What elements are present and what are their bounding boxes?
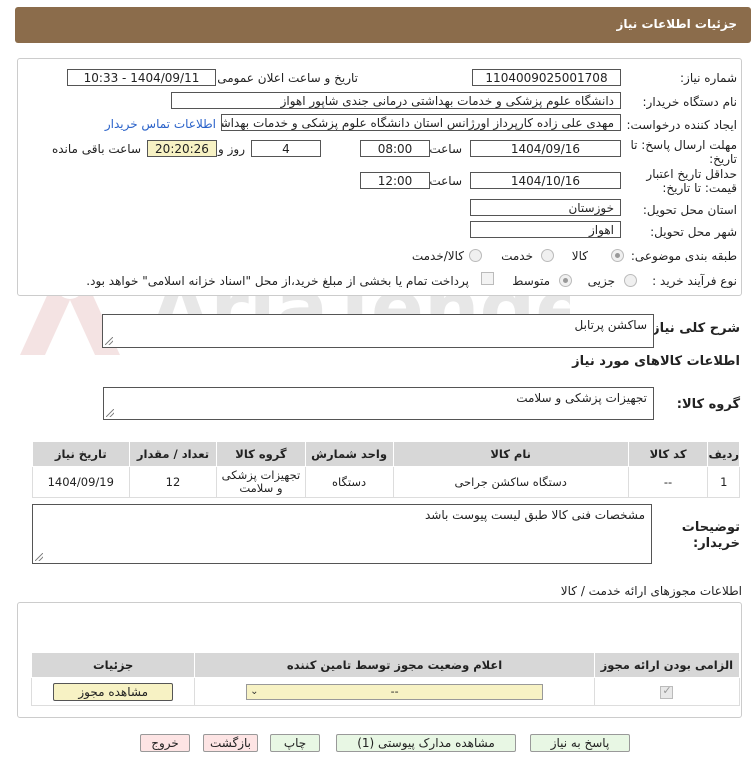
- announce-label: تاریخ و ساعت اعلان عمومی:: [213, 71, 358, 85]
- cell-quantity: 12: [128, 466, 218, 498]
- validity-date-field: 1404/10/16: [470, 172, 621, 189]
- category-goods-radio[interactable]: [611, 249, 624, 262]
- items-table: ردیف کد کالا نام کالا واحد شمارش گروه کا…: [32, 441, 740, 498]
- table-row: ✓ ⌄ -- مشاهده مجوز: [30, 677, 741, 706]
- check-icon: ✓: [662, 683, 672, 697]
- requester-field: مهدی علی زاده کارپرداز اورژانس استان دان…: [221, 114, 621, 131]
- cell-goods-group: تجهیزات پزشکی و سلامت: [216, 466, 306, 498]
- category-goods-label: کالا: [571, 249, 588, 263]
- buyer-contact-link[interactable]: اطلاعات تماس خریدار: [105, 117, 216, 131]
- permit-status-value: --: [390, 684, 399, 698]
- reply-to-need-button[interactable]: پاسخ به نیاز: [530, 734, 630, 752]
- col-quantity: تعداد / مقدار: [128, 441, 218, 467]
- summary-label: شرح کلی نیاز:: [646, 321, 740, 336]
- treasury-payment-note: پرداخت تمام یا بخشی از مبلغ خرید،از محل …: [86, 274, 469, 288]
- buyer-notes-text: مشخصات فنی کالا طبق لیست پیوست باشد: [425, 508, 645, 522]
- cell-permit-details: مشاهده مجوز: [30, 677, 196, 706]
- days-label: روز و: [218, 142, 245, 156]
- col-item-code: کد کالا: [627, 441, 709, 467]
- time-remaining-field: 20:20:26: [147, 140, 217, 157]
- cell-permit-required: ✓: [593, 677, 741, 706]
- permits-title: اطلاعات مجوزهای ارائه خدمت / کالا: [560, 584, 742, 598]
- treasury-payment-checkbox[interactable]: [481, 272, 494, 285]
- col-permit-details: جزئیات: [30, 652, 196, 678]
- back-button[interactable]: بازگشت: [203, 734, 258, 752]
- validity-label: حداقل تاریخ اعتبار قیمت: تا تاریخ:: [646, 167, 737, 195]
- process-medium-label: متوسط: [512, 274, 550, 288]
- col-need-date: تاریخ نیاز: [32, 441, 130, 467]
- process-label: نوع فرآیند خرید :: [652, 274, 737, 288]
- deadline-time-field: 08:00: [360, 140, 430, 157]
- deadline-label: مهلت ارسال پاسخ: تا تاریخ:: [630, 138, 737, 166]
- goods-group-label: گروه کالا:: [676, 397, 740, 412]
- buyer-org-label: نام دستگاه خریدار:: [642, 95, 738, 109]
- goods-info-title: اطلاعات کالاهای مورد نیاز: [572, 354, 740, 369]
- category-service-label: خدمت: [501, 249, 533, 263]
- cell-permit-status: ⌄ --: [194, 677, 595, 706]
- view-attachments-button[interactable]: مشاهده مدارک پیوستی (1): [336, 734, 516, 752]
- process-medium-radio[interactable]: [559, 274, 572, 287]
- cell-item-code: --: [627, 466, 709, 498]
- cell-row-number: 1: [707, 466, 740, 498]
- category-label: طبقه بندی موضوعی:: [630, 249, 737, 263]
- col-item-name: نام کالا: [392, 441, 629, 467]
- deadline-time-label: ساعت: [429, 142, 462, 156]
- city-field: اهواز: [470, 221, 621, 238]
- col-goods-group: گروه کالا: [216, 441, 306, 467]
- province-label: استان محل تحویل:: [642, 203, 737, 217]
- title-bar: جزئیات اطلاعات نیاز: [15, 7, 751, 43]
- items-table-header: ردیف کد کالا نام کالا واحد شمارش گروه کا…: [32, 441, 740, 467]
- category-service-radio[interactable]: [541, 249, 554, 262]
- col-permit-status: اعلام وضعیت مجوز توسط تامین کننده: [194, 652, 595, 678]
- category-both-label: کالا/خدمت: [411, 249, 464, 263]
- province-field: خوزستان: [470, 199, 621, 216]
- col-unit: واحد شمارش: [304, 441, 394, 467]
- resize-grip-icon[interactable]: [106, 409, 114, 417]
- goods-group-textarea: تجهیزات پزشکی و سلامت: [103, 387, 654, 420]
- need-number-field: 1104009025001708: [472, 69, 621, 86]
- exit-button[interactable]: خروج: [140, 734, 190, 752]
- permits-table-header: الزامی بودن ارائه مجوز اعلام وضعیت مجوز …: [30, 652, 741, 678]
- buyer-org-field: دانشگاه علوم پزشکی و خدمات بهداشتی درمان…: [171, 92, 621, 109]
- city-label: شهر محل تحویل:: [650, 225, 737, 239]
- requester-label: ایجاد کننده درخواست:: [626, 118, 737, 132]
- permits-table: الزامی بودن ارائه مجوز اعلام وضعیت مجوز …: [30, 652, 741, 706]
- validity-time-field: 12:00: [360, 172, 430, 189]
- table-row: 1 -- دستگاه ساکشن جراحی دستگاه تجهیزات پ…: [32, 466, 740, 498]
- deadline-date-field: 1404/09/16: [470, 140, 621, 157]
- permit-status-select[interactable]: ⌄ --: [246, 683, 544, 700]
- process-partial-radio[interactable]: [624, 274, 637, 287]
- chevron-down-icon: ⌄: [250, 685, 259, 697]
- view-permit-button[interactable]: مشاهده مجوز: [53, 682, 174, 701]
- page-title: جزئیات اطلاعات نیاز: [616, 17, 737, 31]
- permit-required-checkbox[interactable]: ✓: [660, 683, 674, 699]
- days-remaining-field: 4: [251, 140, 321, 157]
- resize-grip-icon[interactable]: [35, 553, 43, 561]
- time-remaining-label: ساعت باقی مانده: [51, 142, 141, 156]
- announce-date-field: 1404/09/11 - 10:33: [67, 69, 216, 86]
- buyer-notes-textarea: مشخصات فنی کالا طبق لیست پیوست باشد: [32, 504, 652, 564]
- col-permit-required: الزامی بودن ارائه مجوز: [593, 652, 741, 678]
- resize-grip-icon[interactable]: [105, 337, 113, 345]
- cell-need-date: 1404/09/19: [32, 466, 130, 498]
- goods-group-text: تجهیزات پزشکی و سلامت: [516, 391, 647, 405]
- buyer-notes-label: توضیحات خریدار:: [681, 520, 740, 551]
- cell-item-name: دستگاه ساکشن جراحی: [392, 466, 629, 498]
- summary-text: ساکشن پرتابل: [574, 318, 647, 332]
- cell-unit: دستگاه: [304, 466, 394, 498]
- need-number-label: شماره نیاز:: [680, 71, 737, 85]
- col-row-number: ردیف: [707, 441, 740, 467]
- print-button[interactable]: چاپ: [270, 734, 320, 752]
- process-partial-label: جزیی: [587, 274, 615, 288]
- category-both-radio[interactable]: [469, 249, 482, 262]
- validity-time-label: ساعت: [429, 174, 462, 188]
- summary-textarea: ساکشن پرتابل: [102, 314, 654, 348]
